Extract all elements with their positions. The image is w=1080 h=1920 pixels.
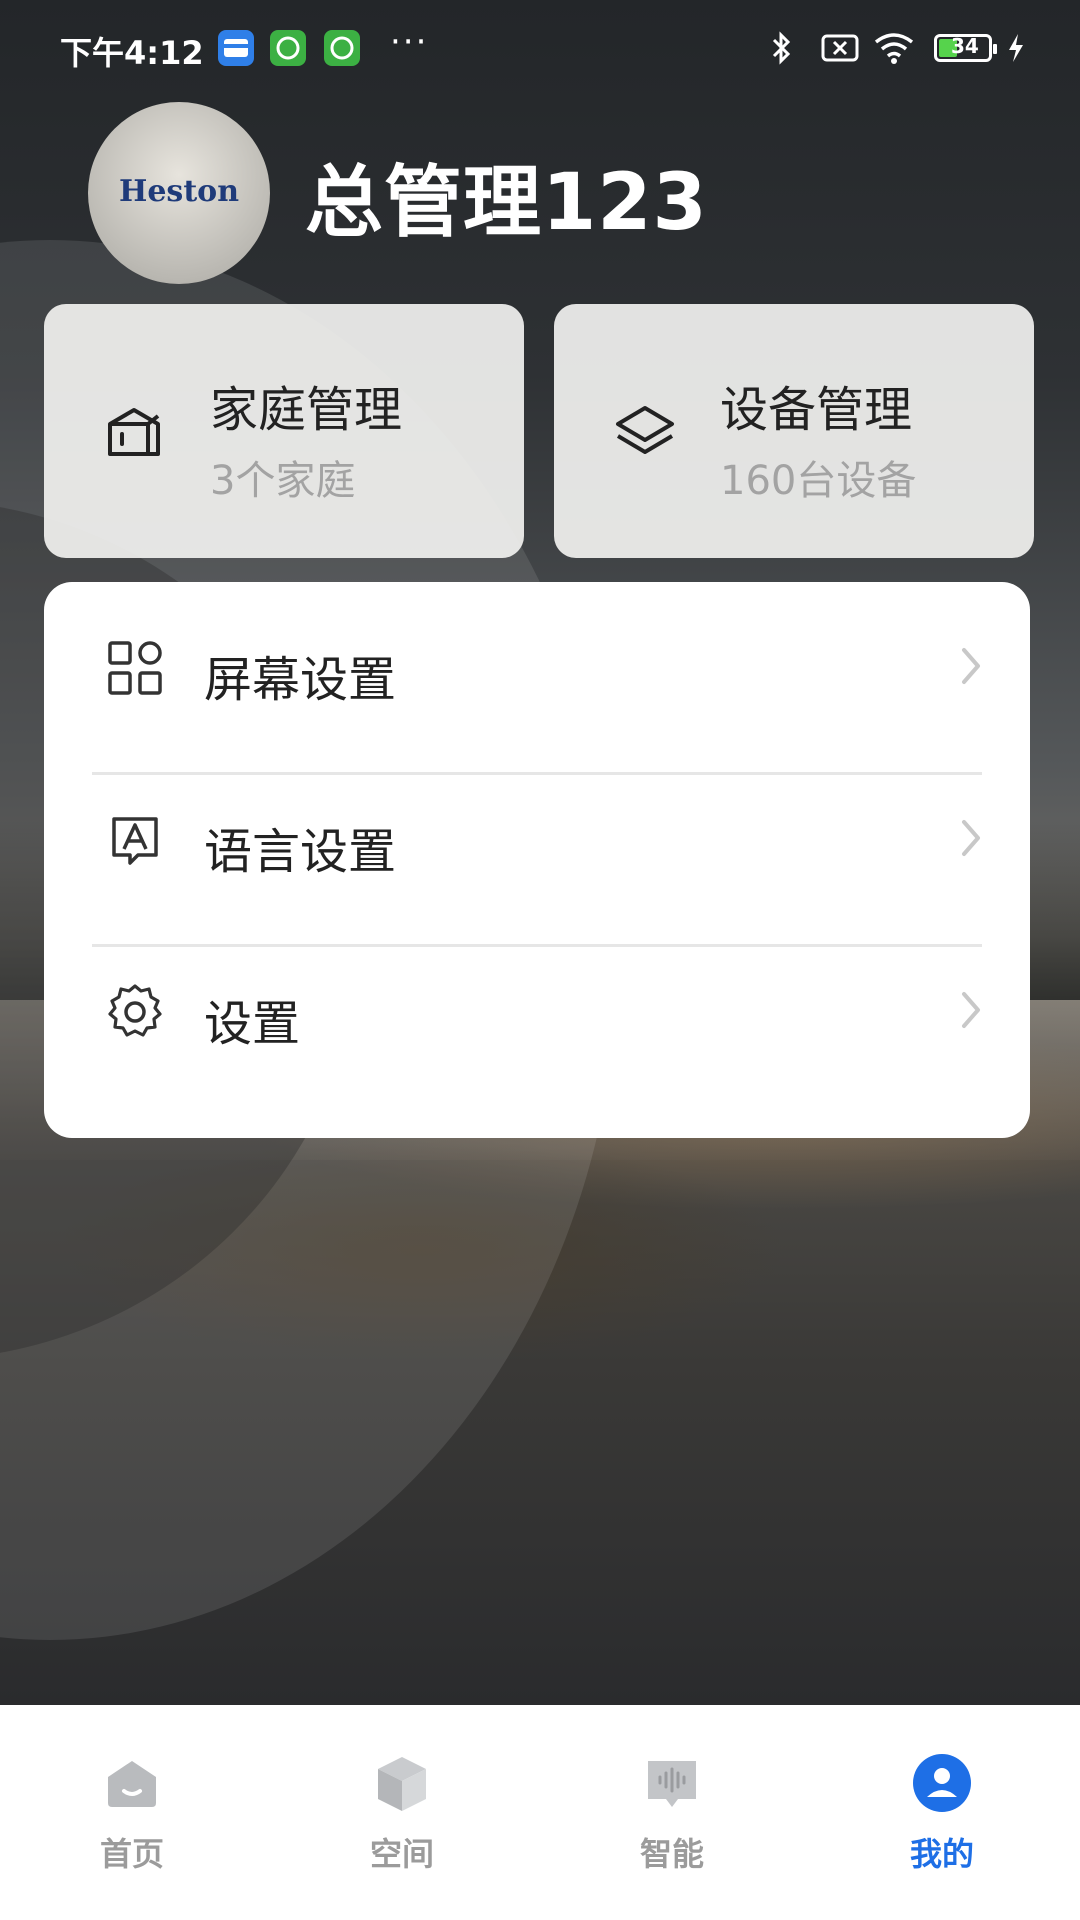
status-bar: 下午4:12 ··· 34 [0, 0, 1080, 96]
menu-label-language-settings: 语言设置 [204, 824, 397, 880]
notification-app-icon [270, 30, 306, 66]
battery-icon: 34 [934, 34, 997, 62]
menu-item-settings[interactable]: 设置 [44, 926, 1030, 1098]
device-management-title: 设备管理 [720, 382, 913, 438]
bluetooth-icon [772, 31, 791, 65]
user-icon [913, 1754, 971, 1812]
family-management-title: 家庭管理 [210, 382, 403, 438]
nav-smart-label: 智能 [639, 1835, 704, 1873]
chevron-right-icon [962, 992, 980, 1028]
nav-mine[interactable]: 我的 [872, 1753, 1012, 1893]
more-notifications-icon: ··· [390, 22, 429, 62]
voice-chat-icon [648, 1761, 696, 1807]
chevron-right-icon [962, 648, 980, 684]
avatar[interactable]: Heston [88, 102, 270, 284]
nav-home[interactable]: 首页 [62, 1753, 202, 1893]
device-count: 160台设备 [720, 458, 917, 504]
layers-icon [616, 406, 674, 454]
nav-space-label: 空间 [369, 1835, 434, 1873]
menu-label-settings: 设置 [204, 996, 301, 1052]
bottom-nav: 首页 空间 智能 我的 [0, 1705, 1080, 1920]
family-count: 3个家庭 [210, 458, 356, 504]
nav-smart[interactable]: 智能 [602, 1753, 742, 1893]
wifi-icon [874, 33, 914, 64]
username: 总管理123 [305, 158, 708, 248]
menu-item-screen-settings[interactable]: 屏幕设置 [44, 582, 1030, 754]
charging-icon [1009, 34, 1023, 62]
menu-label-screen-settings: 屏幕设置 [204, 652, 397, 708]
notification-app-icon-2 [324, 30, 360, 66]
avatar-logo: Heston [119, 174, 239, 209]
nav-space[interactable]: 空间 [332, 1753, 472, 1893]
notification-card-icon [218, 30, 254, 66]
cube-icon [378, 1757, 426, 1811]
family-management-card[interactable]: 家庭管理 3个家庭 [44, 304, 524, 558]
battery-level: 34 [951, 34, 979, 58]
settings-menu: 屏幕设置 语言设置 设置 [44, 582, 1030, 1138]
house-box-icon [108, 408, 160, 456]
sim-error-icon [821, 34, 859, 62]
status-time: 下午4:12 [60, 34, 204, 72]
nav-home-label: 首页 [99, 1835, 164, 1873]
grid-icon [108, 641, 162, 695]
device-management-card[interactable]: 设备管理 160台设备 [554, 304, 1034, 558]
home-icon [108, 1761, 156, 1807]
gear-icon [108, 984, 162, 1037]
menu-item-language-settings[interactable]: 语言设置 [44, 754, 1030, 926]
language-icon [112, 817, 158, 865]
chevron-right-icon [962, 820, 980, 856]
nav-mine-label: 我的 [909, 1835, 974, 1873]
